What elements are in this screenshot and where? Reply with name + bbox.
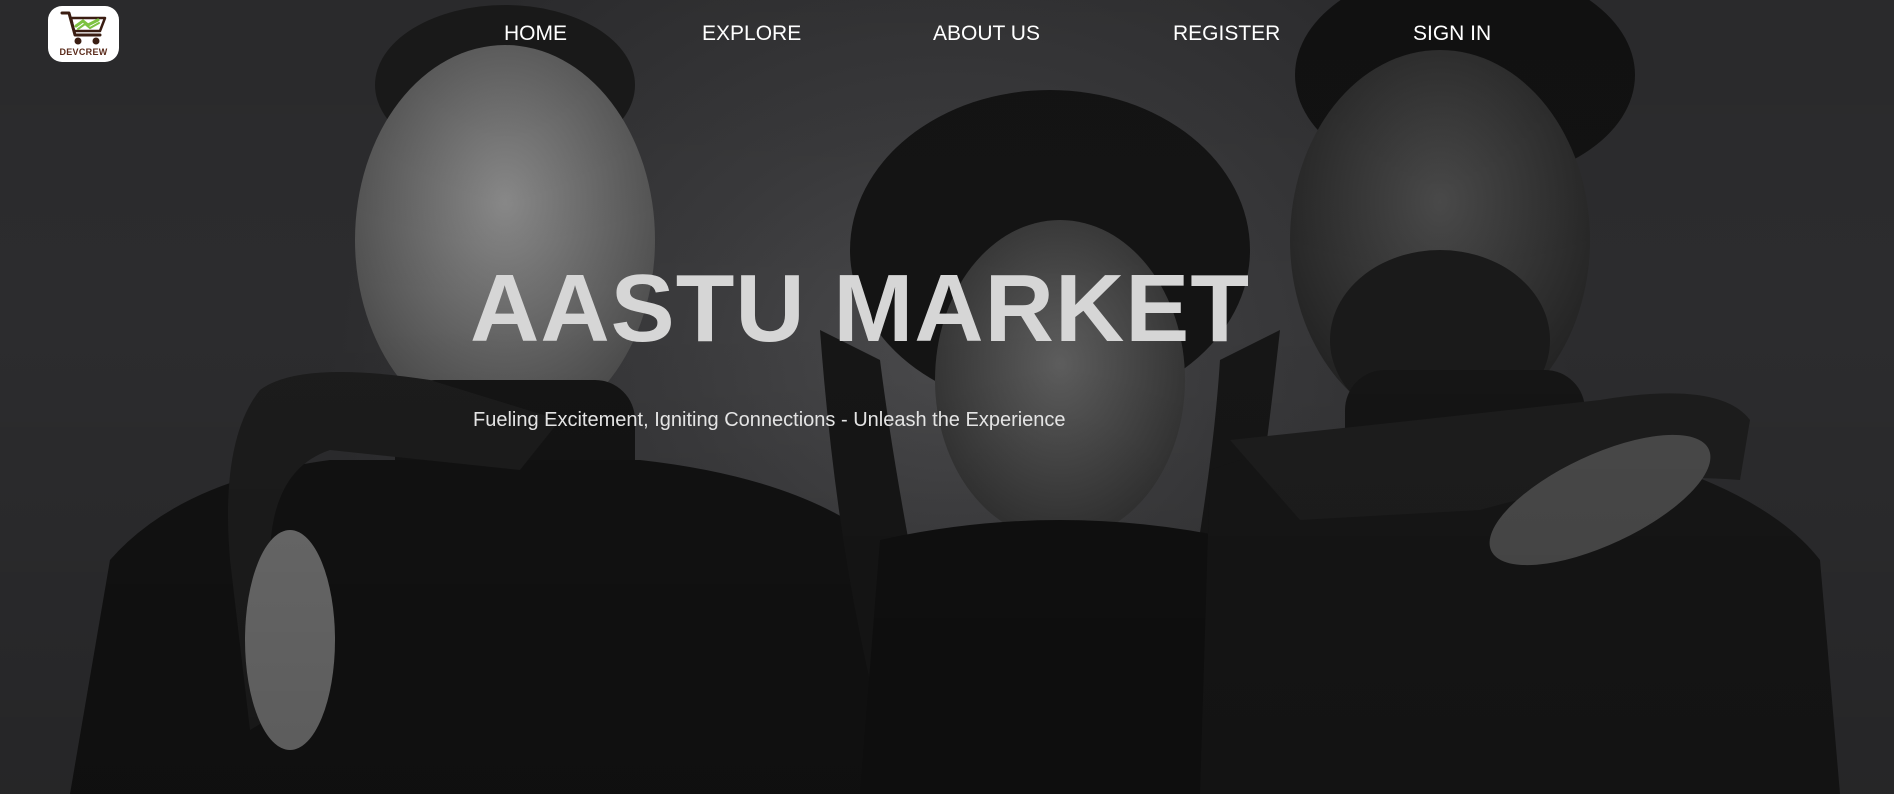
main-nav: HOME EXPLORE ABOUT US REGISTER SIGN IN (0, 22, 1894, 52)
nav-link-register[interactable]: REGISTER (1173, 22, 1280, 46)
nav-link-explore[interactable]: EXPLORE (702, 22, 801, 46)
hero-title: AASTU MARKET (470, 255, 1250, 362)
nav-link-sign-in[interactable]: SIGN IN (1413, 22, 1491, 46)
hero-subtitle: Fueling Excitement, Igniting Connections… (473, 409, 1066, 431)
nav-link-about-us[interactable]: ABOUT US (933, 22, 1040, 46)
hero-overlay (0, 0, 1894, 794)
hero-section: DEVCREW HOME EXPLORE ABOUT US REGISTER S… (0, 0, 1894, 794)
nav-link-home[interactable]: HOME (504, 22, 567, 46)
